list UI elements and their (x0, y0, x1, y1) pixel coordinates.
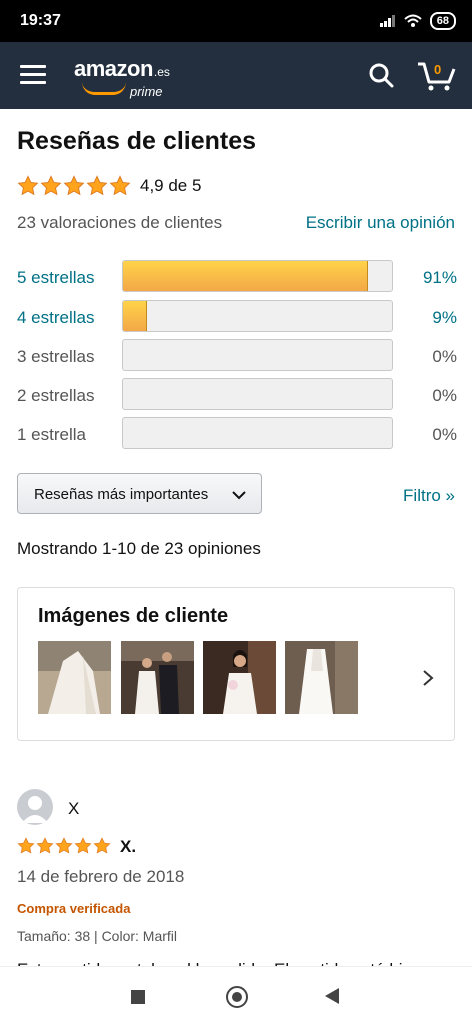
wifi-icon (404, 14, 422, 27)
reviews-title: Reseñas de clientes (17, 127, 257, 155)
review-date: 14 de febrero de 2018 (17, 867, 185, 886)
customer-image[interactable] (285, 641, 358, 714)
histogram-label[interactable]: 5 estrellas (17, 268, 94, 288)
write-review-link[interactable]: Escribir una opinión (306, 213, 455, 233)
histogram-label: 2 estrellas (17, 386, 95, 405)
review-rating-stars (17, 837, 111, 855)
logo-smile (82, 82, 126, 95)
histogram-fill (123, 301, 148, 331)
user-icon (22, 796, 48, 823)
review-title: X. (120, 837, 137, 856)
chevron-right-icon[interactable] (420, 668, 436, 688)
customer-images-title: Imágenes de cliente (38, 605, 229, 627)
histogram-label: 1 estrella (17, 425, 86, 444)
ratings-count: 23 valoraciones de clientes (17, 213, 223, 232)
histogram-bar (122, 339, 393, 371)
review-variant: Tamaño: 38 | Color: Marfil (17, 928, 178, 944)
battery-indicator: 68 (429, 12, 456, 30)
cart-count-badge: 0 (434, 62, 442, 77)
logo-word: amazon (74, 56, 153, 81)
histogram-bar[interactable] (122, 300, 393, 332)
home-icon[interactable] (226, 986, 248, 1008)
histogram-percent[interactable]: 91% (423, 268, 457, 288)
sort-dropdown[interactable]: Reseñas más importantes (17, 473, 262, 514)
histogram-percent: 0% (432, 386, 457, 405)
star-icon (109, 175, 131, 196)
star-icon (63, 175, 85, 196)
histogram-percent[interactable]: 9% (432, 308, 457, 328)
star-icon (74, 837, 92, 854)
star-icon (55, 837, 73, 854)
histogram-bar (122, 417, 393, 449)
sort-dropdown-label: Reseñas más importantes (34, 486, 209, 503)
customer-image[interactable] (38, 641, 111, 714)
histogram-row[interactable]: 4 estrellas 9% (17, 300, 457, 334)
verified-purchase-badge: Compra verificada (17, 901, 131, 916)
star-icon (17, 837, 35, 854)
customer-image[interactable] (121, 641, 194, 714)
showing-count: Mostrando 1-10 de 23 opiniones (17, 539, 261, 558)
home-icon-inner (232, 992, 242, 1002)
signal-icon (379, 15, 395, 27)
status-time: 19:37 (20, 12, 61, 29)
logo-suffix: .es (153, 65, 170, 79)
star-icon (17, 175, 39, 196)
reviewer-name[interactable]: X (68, 799, 79, 819)
star-icon (86, 175, 108, 196)
logo-prime: prime (130, 84, 163, 99)
system-nav-bar (0, 966, 472, 1025)
avatar (17, 789, 53, 825)
search-icon[interactable] (368, 62, 394, 88)
average-rating-stars (17, 175, 131, 197)
amazon-logo[interactable]: amazon.es prime (74, 56, 170, 99)
back-icon[interactable] (325, 988, 339, 1004)
star-icon (40, 175, 62, 196)
star-icon (36, 837, 54, 854)
app-header: amazon.es prime 0 (0, 42, 472, 109)
histogram-row: 1 estrella 0% (17, 417, 457, 451)
histogram-label[interactable]: 4 estrellas (17, 308, 94, 328)
histogram-row: 2 estrellas 0% (17, 378, 457, 412)
hamburger-menu-icon[interactable] (20, 65, 46, 85)
status-icons: 68 (379, 12, 456, 30)
average-rating-text: 4,9 de 5 (140, 176, 202, 195)
histogram-bar[interactable] (122, 260, 393, 292)
histogram-percent: 0% (432, 425, 457, 444)
histogram-row[interactable]: 5 estrellas 91% (17, 260, 457, 294)
customer-image[interactable] (203, 641, 276, 714)
filter-link[interactable]: Filtro » (403, 486, 455, 506)
star-icon (93, 837, 111, 854)
histogram-row: 3 estrellas 0% (17, 339, 457, 373)
status-bar: 19:37 68 (0, 0, 472, 42)
histogram-fill (123, 261, 368, 291)
recents-icon[interactable] (131, 990, 145, 1004)
chevron-down-icon (232, 491, 246, 500)
histogram-percent: 0% (432, 347, 457, 366)
histogram-label: 3 estrellas (17, 347, 95, 366)
customer-images-card: Imágenes de cliente (17, 587, 455, 741)
histogram-bar (122, 378, 393, 410)
